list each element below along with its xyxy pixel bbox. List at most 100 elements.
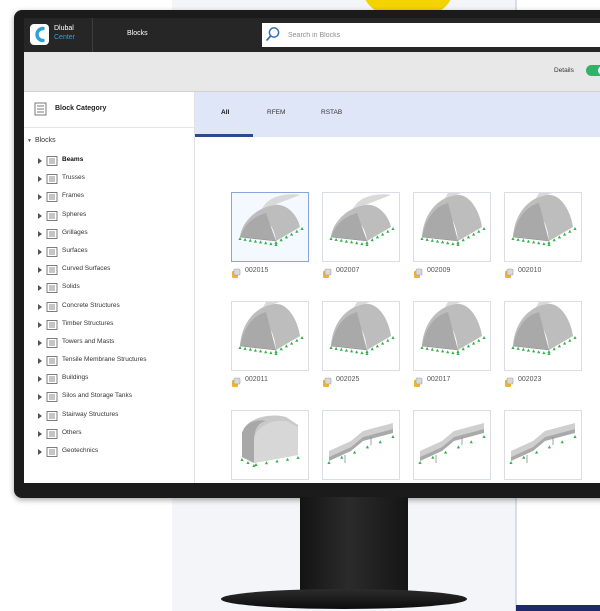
- block-file-icon: [413, 266, 424, 284]
- search-icon[interactable]: [265, 26, 281, 47]
- expand-caret-icon[interactable]: [38, 194, 42, 201]
- expand-caret-icon[interactable]: [38, 412, 42, 419]
- block-thumbnail[interactable]: [231, 410, 309, 480]
- block-tile[interactable]: 002030: [504, 410, 582, 483]
- tree-item[interactable]: Others: [24, 426, 194, 444]
- block-thumbnail[interactable]: [322, 192, 400, 262]
- expand-caret-icon[interactable]: [38, 212, 42, 219]
- folder-list-icon: [46, 191, 58, 205]
- block-tile[interactable]: 002015: [231, 192, 309, 278]
- expand-caret-icon[interactable]: [38, 321, 42, 328]
- header-divider: [92, 18, 93, 52]
- block-tile[interactable]: 002988: [231, 410, 309, 483]
- block-file-icon: [413, 375, 424, 393]
- tree-item[interactable]: Geotechnics: [24, 444, 194, 462]
- app-header: Dlubal Center Blocks: [24, 18, 600, 52]
- category-header: Block Category: [24, 92, 194, 128]
- block-id-label: 002015: [245, 267, 269, 274]
- dlubal-logo-icon[interactable]: [30, 24, 49, 45]
- app-screen: Dlubal Center Blocks Details: [24, 18, 600, 483]
- tree-item[interactable]: Grillages: [24, 226, 194, 244]
- tree-item[interactable]: Frames: [24, 189, 194, 207]
- tree-root[interactable]: ▼ Blocks: [27, 137, 56, 144]
- expand-caret-icon[interactable]: [38, 267, 42, 274]
- expand-caret-icon[interactable]: [38, 303, 42, 310]
- tab-rstab[interactable]: RSTAB: [321, 109, 342, 116]
- tree-item-label: Frames: [62, 192, 85, 200]
- tree-item[interactable]: Surfaces: [24, 244, 194, 262]
- block-thumbnail[interactable]: [322, 293, 400, 371]
- block-tile[interactable]: 002025: [322, 293, 400, 387]
- folder-list-icon: [46, 228, 58, 242]
- tree-item[interactable]: Stairway Structures: [24, 408, 194, 426]
- block-thumbnail[interactable]: [413, 410, 491, 480]
- expand-caret-icon[interactable]: [38, 376, 42, 383]
- expand-caret-icon[interactable]: [38, 176, 42, 183]
- block-id-label: 002011: [245, 376, 268, 383]
- block-id-label: 002025: [336, 376, 360, 383]
- block-thumbnail[interactable]: [231, 192, 309, 262]
- block-tile[interactable]: 002007: [322, 192, 400, 278]
- tab-all[interactable]: All: [221, 109, 229, 116]
- tree-item[interactable]: Towers and Masts: [24, 335, 194, 353]
- block-tile[interactable]: 002011: [231, 293, 309, 387]
- tree-item-label: Grillages: [62, 228, 88, 236]
- tree-item[interactable]: Curved Surfaces: [24, 262, 194, 280]
- expand-caret-icon[interactable]: [38, 230, 42, 237]
- block-tile[interactable]: 002023: [504, 293, 582, 387]
- folder-list-icon: [46, 173, 58, 187]
- search-box[interactable]: [262, 23, 600, 47]
- tree-item-label: Spheres: [62, 210, 87, 218]
- background-corner-strip: [516, 605, 600, 611]
- tree-item-label: Geotechnics: [62, 447, 99, 454]
- tree-item[interactable]: Concrete Structures: [24, 299, 194, 317]
- expanded-caret-icon[interactable]: ▼: [27, 138, 32, 144]
- block-file-icon: [231, 375, 242, 393]
- tree-item-label: Others: [62, 428, 82, 436]
- block-thumbnail[interactable]: [413, 293, 491, 371]
- tree-item[interactable]: Beams: [24, 153, 194, 171]
- expand-caret-icon[interactable]: [38, 285, 42, 292]
- tree-item[interactable]: Trusses: [24, 171, 194, 189]
- block-thumbnail[interactable]: [231, 293, 309, 371]
- tree-item[interactable]: Buildings: [24, 371, 194, 389]
- tree-item[interactable]: Tensile Membrane Structures: [24, 353, 194, 371]
- block-thumbnail[interactable]: [322, 410, 400, 480]
- monitor-stand-base: [221, 589, 467, 609]
- block-tile[interactable]: 002017: [413, 293, 491, 387]
- expand-caret-icon[interactable]: [38, 248, 42, 255]
- block-thumbnail[interactable]: [504, 184, 582, 262]
- toolbar: Details: [24, 52, 600, 92]
- expand-caret-icon[interactable]: [38, 358, 42, 365]
- folder-list-icon: [46, 301, 58, 315]
- expand-caret-icon[interactable]: [38, 430, 42, 437]
- tree-item-label: Tensile Membrane Structures: [62, 356, 147, 364]
- block-thumbnail[interactable]: [413, 184, 491, 262]
- block-thumbnail[interactable]: [504, 293, 582, 371]
- folder-list-icon: [46, 373, 58, 387]
- block-tile[interactable]: 002024: [322, 410, 400, 483]
- folder-list-icon: [46, 155, 58, 169]
- tree-item-label: Concrete Structures: [62, 301, 120, 309]
- tree-item[interactable]: Solids: [24, 280, 194, 298]
- tree-item[interactable]: Timber Structures: [24, 317, 194, 335]
- expand-caret-icon[interactable]: [38, 339, 42, 346]
- tree-root-label: Blocks: [34, 137, 56, 144]
- category-sidebar: Block Category ▼ Blocks Beams Trusses Frame…: [24, 92, 195, 483]
- block-tile[interactable]: 002027: [413, 410, 491, 483]
- expand-caret-icon[interactable]: [38, 158, 42, 164]
- main-content: All RFEM RSTAB 002015 002007 002009 002010 0…: [195, 92, 600, 483]
- block-thumbnail[interactable]: [504, 410, 582, 480]
- folder-list-icon: [46, 264, 58, 278]
- block-tile[interactable]: 002010: [504, 184, 582, 278]
- block-tile[interactable]: 002009: [413, 184, 491, 278]
- search-input[interactable]: [288, 28, 588, 42]
- expand-caret-icon[interactable]: [38, 449, 42, 455]
- tree-item-label: Buildings: [62, 374, 89, 382]
- tree-item[interactable]: Silos and Storage Tanks: [24, 389, 194, 407]
- block-file-icon: [322, 375, 333, 393]
- details-toggle[interactable]: [586, 65, 600, 76]
- tab-rfem[interactable]: RFEM: [267, 109, 285, 116]
- expand-caret-icon[interactable]: [38, 394, 42, 401]
- tree-item[interactable]: Spheres: [24, 208, 194, 226]
